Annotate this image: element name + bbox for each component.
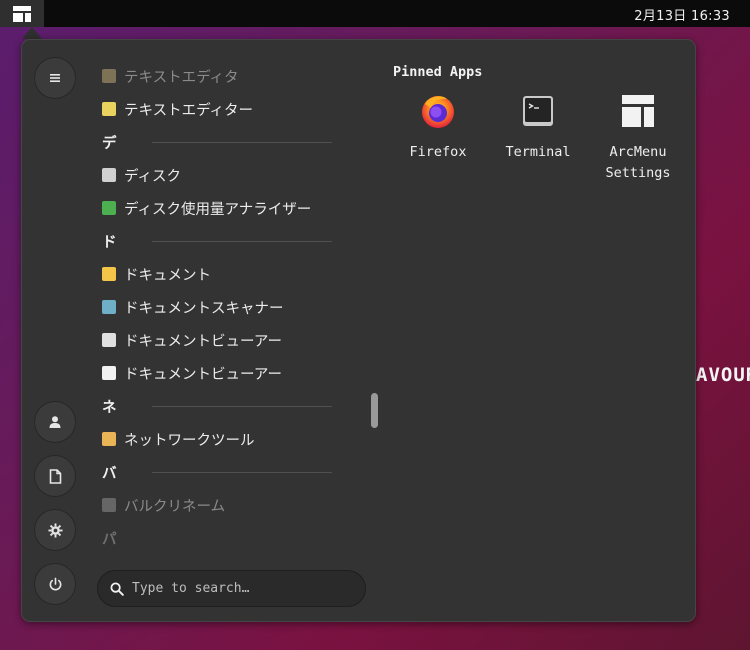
search-input[interactable]	[132, 581, 332, 596]
app-list-item[interactable]: ディスク使用量アナライザー	[102, 196, 311, 220]
pinned-app-label: Terminal	[505, 144, 571, 160]
menu-icon	[50, 74, 60, 82]
section-header: ド	[102, 229, 332, 253]
pinned-apps-title: Pinned Apps	[393, 64, 483, 80]
app-list-item[interactable]: テキストエディター	[102, 97, 253, 121]
terminal-icon	[523, 96, 553, 126]
section-divider	[152, 241, 332, 242]
app-icon	[102, 366, 116, 380]
app-list-item-label: ネットワークツール	[124, 432, 255, 449]
search-icon	[110, 582, 124, 596]
app-list-item-label: ドキュメント	[124, 267, 211, 284]
wallpaper-logo-text: AVOURO	[696, 364, 750, 386]
app-list-item-label: ドキュメントビューアー	[124, 333, 283, 350]
app-icon	[102, 102, 116, 116]
app-list-item-label: ドキュメントビューアー	[124, 366, 283, 383]
documents-button[interactable]	[34, 455, 76, 497]
arcmenu-logo-icon	[13, 5, 31, 22]
section-header: ネ	[102, 394, 332, 418]
section-header-label: パ	[102, 531, 117, 548]
pinned-app-arcmenu-settings[interactable]: ArcMenu Settings	[588, 92, 688, 184]
pinned-app-label: Firefox	[409, 144, 467, 160]
document-icon	[49, 468, 61, 484]
section-divider	[152, 472, 332, 473]
menu-caret	[22, 27, 42, 39]
app-list-item[interactable]: バルクリネーム	[102, 493, 225, 517]
app-icon	[102, 201, 116, 215]
hamburger-button[interactable]	[34, 57, 76, 99]
app-list-item-label: ディスク	[124, 168, 181, 185]
section-header: バ	[102, 460, 332, 484]
app-list-item-label: ドキュメントスキャナー	[124, 300, 284, 317]
section-header: パ	[102, 526, 332, 550]
settings-button[interactable]	[34, 509, 76, 551]
firefox-icon	[422, 96, 454, 128]
arcmenu-panel: テキストエディタ テキストエディターデディスク ディスク使用量アナライザードドキュメ…	[21, 39, 696, 622]
app-icon	[102, 498, 116, 512]
app-list-item[interactable]: ドキュメントスキャナー	[102, 295, 284, 319]
pinned-app-firefox[interactable]: Firefox	[388, 92, 488, 163]
section-divider	[152, 142, 332, 143]
app-list-item-label: テキストエディター	[124, 102, 254, 119]
arcmenu-icon	[622, 95, 654, 127]
user-icon	[49, 416, 61, 428]
app-icon	[102, 333, 116, 347]
section-header-label: バ	[102, 465, 117, 482]
app-list-item-label: テキストエディタ	[124, 69, 239, 86]
power-icon	[49, 577, 61, 590]
section-header: デ	[102, 130, 332, 154]
app-icon	[102, 432, 116, 446]
app-list-item-label: ディスク使用量アナライザー	[124, 201, 312, 218]
app-list-item[interactable]: ドキュメントビューアー	[102, 361, 282, 385]
section-header-label: デ	[102, 135, 117, 152]
settings-icon	[47, 522, 63, 538]
pinned-app-label: ArcMenu Settings	[605, 144, 671, 181]
app-list-scrollbar[interactable]	[371, 393, 378, 428]
power-button[interactable]	[34, 563, 76, 605]
app-list-item-label: バルクリネーム	[124, 498, 226, 515]
search-box[interactable]	[97, 570, 366, 607]
top-bar: 2月13日 16:33	[0, 0, 750, 27]
app-list-item[interactable]: テキストエディタ	[102, 64, 239, 88]
section-header-label: ド	[102, 234, 117, 251]
app-list-item[interactable]: ドキュメントビューアー	[102, 328, 282, 352]
app-icon	[102, 300, 116, 314]
clock[interactable]: 2月13日 16:33	[634, 5, 730, 24]
arcmenu-button[interactable]	[0, 0, 44, 27]
app-list-item[interactable]: ディスク	[102, 163, 181, 187]
app-icon	[102, 69, 116, 83]
app-list-item[interactable]: ドキュメント	[102, 262, 211, 286]
section-header-label: ネ	[102, 399, 117, 416]
app-list-item[interactable]: ネットワークツール	[102, 427, 255, 451]
app-icon	[102, 168, 116, 182]
user-button[interactable]	[34, 401, 76, 443]
section-divider	[152, 406, 332, 407]
pinned-app-terminal[interactable]: Terminal	[488, 92, 588, 163]
app-icon	[102, 267, 116, 281]
